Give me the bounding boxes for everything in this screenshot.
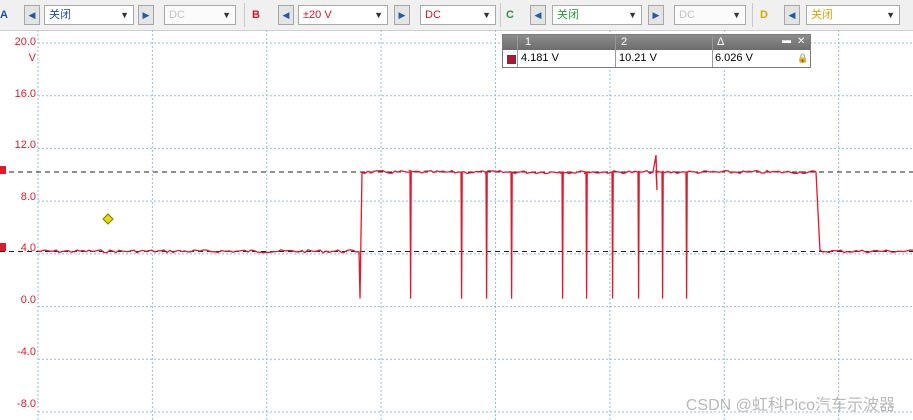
ruler-2-value: 10.21 V bbox=[619, 52, 657, 64]
plot-grid bbox=[37, 30, 913, 420]
ruler-1-value: 4.181 V bbox=[521, 52, 559, 64]
watermark: CSDN @虹科Pico汽车示波器 bbox=[685, 397, 895, 414]
column-divider bbox=[615, 35, 616, 67]
channel-b-color-swatch bbox=[507, 55, 516, 64]
column-divider bbox=[517, 35, 518, 67]
lock-icon[interactable]: 🔒 bbox=[797, 53, 808, 64]
cursor-lines bbox=[0, 171, 913, 252]
cursor-2-marker[interactable] bbox=[0, 166, 6, 174]
ruler-2-header: 2 bbox=[621, 36, 628, 48]
y-tick-20: 20.0 bbox=[14, 36, 36, 48]
ruler-measurement-panel[interactable]: 1 2 Δ ▬ ✕ 4.181 V 10.21 V 6.026 V 🔒 bbox=[502, 34, 811, 68]
ruler-delta-header: Δ bbox=[717, 36, 725, 48]
y-tick-12: 12.0 bbox=[14, 139, 36, 151]
y-tick-8: 8.0 bbox=[20, 191, 36, 203]
y-tick-16: 16.0 bbox=[14, 88, 36, 100]
column-divider bbox=[712, 35, 713, 67]
ruler-panel-header: 1 2 Δ ▬ ✕ bbox=[503, 35, 810, 50]
close-icon[interactable]: ✕ bbox=[797, 36, 805, 47]
y-tick-neg4: -4.0 bbox=[17, 346, 36, 358]
ruler-1-header: 1 bbox=[525, 36, 532, 48]
y-tick-0: 0.0 bbox=[20, 294, 36, 306]
minimize-icon[interactable]: ▬ bbox=[782, 35, 791, 45]
y-axis-unit: V bbox=[28, 52, 36, 64]
trigger-marker-icon[interactable] bbox=[102, 213, 114, 225]
y-tick-neg8: -8.0 bbox=[17, 398, 36, 410]
y-tick-4: 4.0 bbox=[20, 242, 36, 254]
channel-b-trace bbox=[37, 155, 913, 299]
ruler-delta-value: 6.026 V bbox=[715, 52, 753, 64]
